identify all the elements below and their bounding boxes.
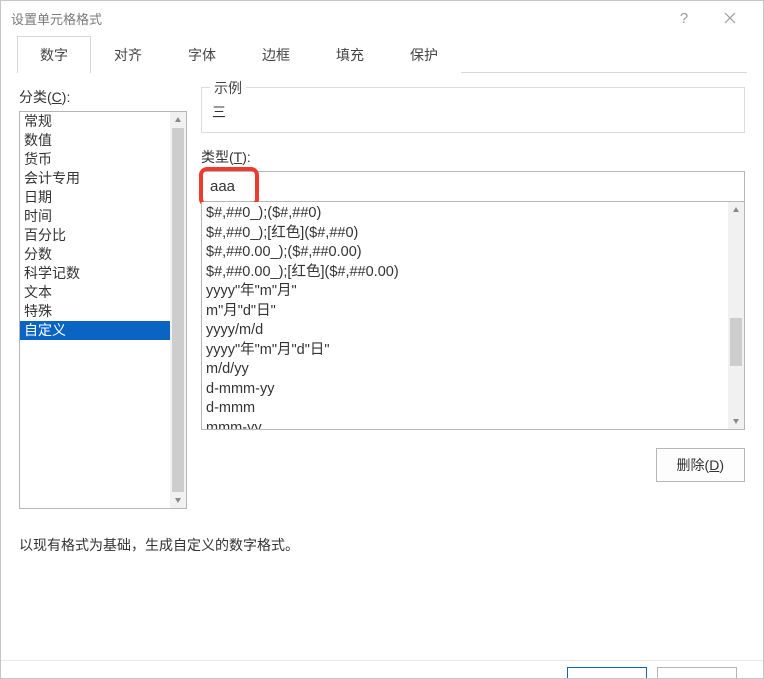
format-item[interactable]: $#,##0_);[红色]($#,##0) bbox=[206, 224, 724, 244]
format-item[interactable]: m"月"d"日" bbox=[206, 302, 724, 322]
category-item[interactable]: 常规 bbox=[20, 112, 170, 131]
category-item[interactable]: 百分比 bbox=[20, 226, 170, 245]
format-item[interactable]: yyyy"年"m"月"d"日" bbox=[206, 341, 724, 361]
category-item[interactable]: 会计专用 bbox=[20, 169, 170, 188]
sample-group: 示例 三 bbox=[201, 87, 745, 133]
tab-fill[interactable]: 填充 bbox=[313, 36, 387, 73]
scroll-thumb[interactable] bbox=[172, 128, 184, 492]
tab-align[interactable]: 对齐 bbox=[91, 36, 165, 73]
close-button[interactable] bbox=[707, 1, 753, 35]
format-item[interactable]: $#,##0.00_);($#,##0.00) bbox=[206, 243, 724, 263]
scroll-thumb[interactable] bbox=[730, 318, 742, 366]
category-item[interactable]: 日期 bbox=[20, 188, 170, 207]
left-column: 分类(C): 常规数值货币会计专用日期时间百分比分数科学记数文本特殊自定义 bbox=[19, 87, 187, 509]
tab-border[interactable]: 边框 bbox=[239, 36, 313, 73]
scroll-track-top[interactable] bbox=[728, 218, 744, 318]
type-label: 类型(T): bbox=[201, 147, 745, 167]
sample-value: 三 bbox=[212, 102, 734, 122]
format-item[interactable]: m/d/yy bbox=[206, 360, 724, 380]
scrollbar[interactable] bbox=[728, 202, 744, 429]
category-item[interactable]: 货币 bbox=[20, 150, 170, 169]
format-item[interactable]: yyyy/m/d bbox=[206, 321, 724, 341]
window-title: 设置单元格格式 bbox=[11, 9, 661, 28]
format-item[interactable]: d-mmm-yy bbox=[206, 380, 724, 400]
content-area: 分类(C): 常规数值货币会计专用日期时间百分比分数科学记数文本特殊自定义 示例… bbox=[1, 73, 763, 509]
format-item[interactable]: $#,##0_);($#,##0) bbox=[206, 204, 724, 224]
right-column: 示例 三 类型(T): $#,##0_);($#,##0)$#,##0_);[红… bbox=[201, 87, 745, 509]
category-label: 分类(C): bbox=[19, 87, 187, 107]
format-item[interactable]: mmm-yy bbox=[206, 419, 724, 430]
titlebar: 设置单元格格式 ? bbox=[1, 1, 763, 35]
tab-font[interactable]: 字体 bbox=[165, 36, 239, 73]
sample-legend: 示例 bbox=[210, 78, 246, 98]
scroll-up-icon[interactable] bbox=[170, 112, 186, 128]
scroll-track-bottom[interactable] bbox=[728, 366, 744, 413]
category-item[interactable]: 特殊 bbox=[20, 302, 170, 321]
format-item[interactable]: d-mmm bbox=[206, 399, 724, 419]
category-item[interactable]: 自定义 bbox=[20, 321, 170, 340]
hint-text: 以现有格式为基础，生成自定义的数字格式。 bbox=[19, 535, 745, 555]
scrollbar[interactable] bbox=[170, 112, 186, 508]
help-button[interactable]: ? bbox=[661, 1, 707, 35]
format-item[interactable]: $#,##0.00_);[红色]($#,##0.00) bbox=[206, 263, 724, 283]
close-icon bbox=[724, 12, 736, 24]
type-input[interactable] bbox=[201, 171, 745, 202]
format-item[interactable]: yyyy"年"m"月" bbox=[206, 282, 724, 302]
scroll-up-icon[interactable] bbox=[728, 202, 744, 218]
category-item[interactable]: 时间 bbox=[20, 207, 170, 226]
question-icon: ? bbox=[680, 10, 688, 27]
delete-button[interactable]: 删除(D) bbox=[656, 448, 745, 482]
footer bbox=[1, 660, 763, 678]
tabbar: 数字对齐字体边框填充保护 bbox=[17, 35, 747, 73]
category-listbox[interactable]: 常规数值货币会计专用日期时间百分比分数科学记数文本特殊自定义 bbox=[19, 111, 187, 509]
type-input-wrap bbox=[201, 171, 745, 202]
category-item[interactable]: 科学记数 bbox=[20, 264, 170, 283]
format-listbox[interactable]: $#,##0_);($#,##0)$#,##0_);[红色]($#,##0)$#… bbox=[201, 202, 745, 430]
category-item[interactable]: 文本 bbox=[20, 283, 170, 302]
tab-protect[interactable]: 保护 bbox=[387, 36, 461, 73]
cancel-button[interactable] bbox=[657, 667, 737, 679]
category-item[interactable]: 分数 bbox=[20, 245, 170, 264]
scroll-down-icon[interactable] bbox=[170, 492, 186, 508]
dialog-format-cells: 设置单元格格式 ? 数字对齐字体边框填充保护 分类(C): 常规数值货币会计专用… bbox=[0, 0, 764, 679]
delete-row: 删除(D) bbox=[201, 448, 745, 482]
tab-number[interactable]: 数字 bbox=[17, 36, 91, 73]
category-item[interactable]: 数值 bbox=[20, 131, 170, 150]
scroll-down-icon[interactable] bbox=[728, 413, 744, 429]
ok-button[interactable] bbox=[567, 667, 647, 679]
